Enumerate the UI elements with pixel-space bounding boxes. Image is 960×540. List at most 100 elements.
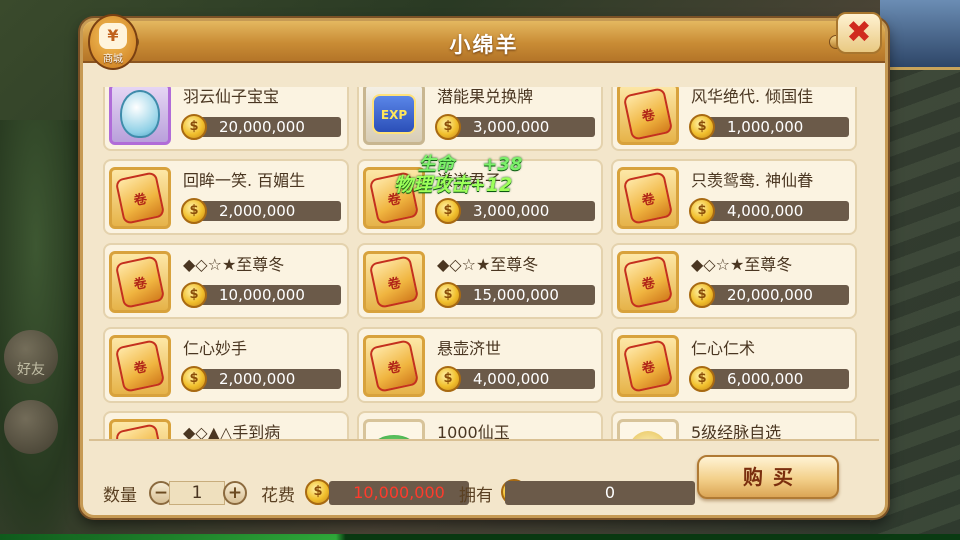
coin-icon: $ xyxy=(435,198,461,224)
quantity-field[interactable]: 1 xyxy=(169,481,225,505)
scroll-icon: 卷 xyxy=(622,339,674,393)
item-price: 20,000,000 xyxy=(705,285,849,305)
item-price: 2,000,000 xyxy=(197,369,341,389)
shop-item-card[interactable]: 卷 ◆◇☆★至尊冬 15,000,000 $ xyxy=(357,243,603,319)
shop-item-card[interactable]: EXP 潜能果兑换牌 3,000,000 $ xyxy=(357,87,603,151)
item-price: 10,000,000 xyxy=(197,285,341,305)
coin-icon: $ xyxy=(689,282,715,308)
owned-label: 拥有 xyxy=(459,486,493,506)
friends-label: 好友 xyxy=(17,362,45,378)
gold-orb-icon xyxy=(629,431,667,439)
shop-item-card[interactable]: 羽云仙子宝宝 20,000,000 $ xyxy=(103,87,349,151)
divider xyxy=(89,439,879,441)
item-name: ◆◇☆★至尊冬 xyxy=(691,255,793,274)
shop-item-card[interactable]: 1000仙玉 xyxy=(357,411,603,439)
scroll-icon: 卷 xyxy=(114,423,166,439)
item-thumbnail: 卷 xyxy=(109,251,171,313)
shop-badge-label: 商城 xyxy=(103,54,123,65)
close-button[interactable]: ✖ xyxy=(836,12,882,54)
item-thumbnail: 卷 xyxy=(109,167,171,229)
item-name: 风华绝代. 倾国佳 xyxy=(691,87,814,106)
item-thumbnail: 卷 xyxy=(617,335,679,397)
item-price: 1,000,000 xyxy=(705,117,849,137)
item-price: 3,000,000 xyxy=(451,117,595,137)
owned-value: 0 xyxy=(505,481,695,505)
scroll-icon: 卷 xyxy=(622,87,674,141)
quantity-plus-button[interactable]: + xyxy=(223,481,247,505)
item-thumbnail xyxy=(363,419,425,439)
item-thumbnail: 卷 xyxy=(363,335,425,397)
item-thumbnail xyxy=(617,419,679,439)
coin-icon: $ xyxy=(435,114,461,140)
friends-button[interactable]: 好友 xyxy=(4,330,58,384)
floating-stat-atk-label: 物理攻击 xyxy=(394,174,471,196)
background-avatar xyxy=(880,0,960,70)
coin-icon: $ xyxy=(305,479,331,505)
floating-stat-atk-value: +12 xyxy=(470,174,513,196)
item-name: 5级经脉自选 xyxy=(691,423,782,439)
item-name: 回眸一笑. 百媚生 xyxy=(183,171,306,190)
scroll-icon: 卷 xyxy=(114,255,166,309)
item-thumbnail: 卷 xyxy=(617,167,679,229)
coin-icon: $ xyxy=(435,366,461,392)
item-name: 潜能果兑换牌 xyxy=(437,87,534,106)
background-tree xyxy=(0,120,90,540)
item-name: 仁心妙手 xyxy=(183,339,248,358)
shop-item-card[interactable]: 卷 ◆◇▲△手到病 xyxy=(103,411,349,439)
item-thumbnail xyxy=(109,87,171,145)
chat-button[interactable] xyxy=(4,400,58,454)
coin-icon: $ xyxy=(181,366,207,392)
item-name: 仁心仁术 xyxy=(691,339,756,358)
shop-item-card[interactable]: 卷 仁心妙手 2,000,000 $ xyxy=(103,327,349,403)
item-grid: 羽云仙子宝宝 20,000,000 $ EXP 潜能果兑换牌 3,000,000 $ 卷风华绝… xyxy=(103,87,857,439)
shop-badge[interactable]: ¥ 商城 xyxy=(88,14,138,70)
shop-item-card[interactable]: 卷 ◆◇☆★至尊冬 20,000,000 $ xyxy=(611,243,857,319)
item-price: 2,000,000 xyxy=(197,201,341,221)
scroll-icon: 卷 xyxy=(368,339,420,393)
coin-icon: $ xyxy=(181,282,207,308)
shop-item-card[interactable]: 卷 ◆◇☆★至尊冬 10,000,000 $ xyxy=(103,243,349,319)
item-name: ◆◇▲△手到病 xyxy=(183,423,281,439)
scroll-icon: 卷 xyxy=(114,339,166,393)
purchase-bar: 数量 − 1 + 花费 $ 10,000,000 拥有 $ 0 购买 xyxy=(83,445,885,511)
item-price: 4,000,000 xyxy=(451,369,595,389)
title-bar: 小绵羊 xyxy=(83,21,885,63)
item-thumbnail: 卷 xyxy=(617,251,679,313)
item-name: 1000仙玉 xyxy=(437,423,510,439)
scroll-icon: 卷 xyxy=(622,171,674,225)
item-thumbnail: 卷 xyxy=(617,87,679,145)
scroll-icon: 卷 xyxy=(368,255,420,309)
buy-button[interactable]: 购买 xyxy=(697,455,839,499)
item-grid-viewport[interactable]: 羽云仙子宝宝 20,000,000 $ EXP 潜能果兑换牌 3,000,000 $ 卷风华绝… xyxy=(103,87,863,439)
coin-icon: $ xyxy=(435,282,461,308)
panel-title: 小绵羊 xyxy=(449,33,519,57)
item-thumbnail: EXP xyxy=(363,87,425,145)
coin-icon: $ xyxy=(689,366,715,392)
item-thumbnail: 卷 xyxy=(363,251,425,313)
coin-icon: $ xyxy=(181,198,207,224)
coin-icon: $ xyxy=(181,114,207,140)
close-icon: ✖ xyxy=(846,15,872,50)
coin-icon: $ xyxy=(689,114,715,140)
shop-item-card[interactable]: 卷悬壶济世 4,000,000 $ xyxy=(357,327,603,403)
item-name: 羽云仙子宝宝 xyxy=(183,87,280,106)
item-price: 4,000,000 xyxy=(705,201,849,221)
shop-item-card[interactable]: 卷回眸一笑. 百媚生 2,000,000 $ xyxy=(103,159,349,235)
cost-label: 花费 xyxy=(261,486,295,506)
item-name: ◆◇☆★至尊冬 xyxy=(183,255,285,274)
shop-item-card[interactable]: 卷风华绝代. 倾国佳 1,000,000 $ xyxy=(611,87,857,151)
quantity-label: 数量 xyxy=(103,486,137,506)
shop-item-card[interactable]: 卷只羡鸳鸯. 神仙眷 4,000,000 $ xyxy=(611,159,857,235)
item-name: 只羡鸳鸯. 神仙眷 xyxy=(691,171,814,190)
item-name: ◆◇☆★至尊冬 xyxy=(437,255,539,274)
item-thumbnail: 卷 xyxy=(109,419,171,439)
floating-stat-atk: 物理攻击+12 xyxy=(394,170,512,197)
shop-item-card[interactable]: 卷仁心仁术 6,000,000 $ xyxy=(611,327,857,403)
coin-icon: $ xyxy=(689,198,715,224)
hp-bar xyxy=(0,534,960,540)
item-name: 悬壶济世 xyxy=(437,339,502,358)
shop-item-card[interactable]: 5级经脉自选 xyxy=(611,411,857,439)
shop-panel: 小绵羊 羽云仙子宝宝 20,000,000 $ EXP 潜能果兑换牌 3,000,000 $… xyxy=(80,18,888,518)
item-price: 3,000,000 xyxy=(451,201,595,221)
pet-egg-icon xyxy=(120,90,160,138)
